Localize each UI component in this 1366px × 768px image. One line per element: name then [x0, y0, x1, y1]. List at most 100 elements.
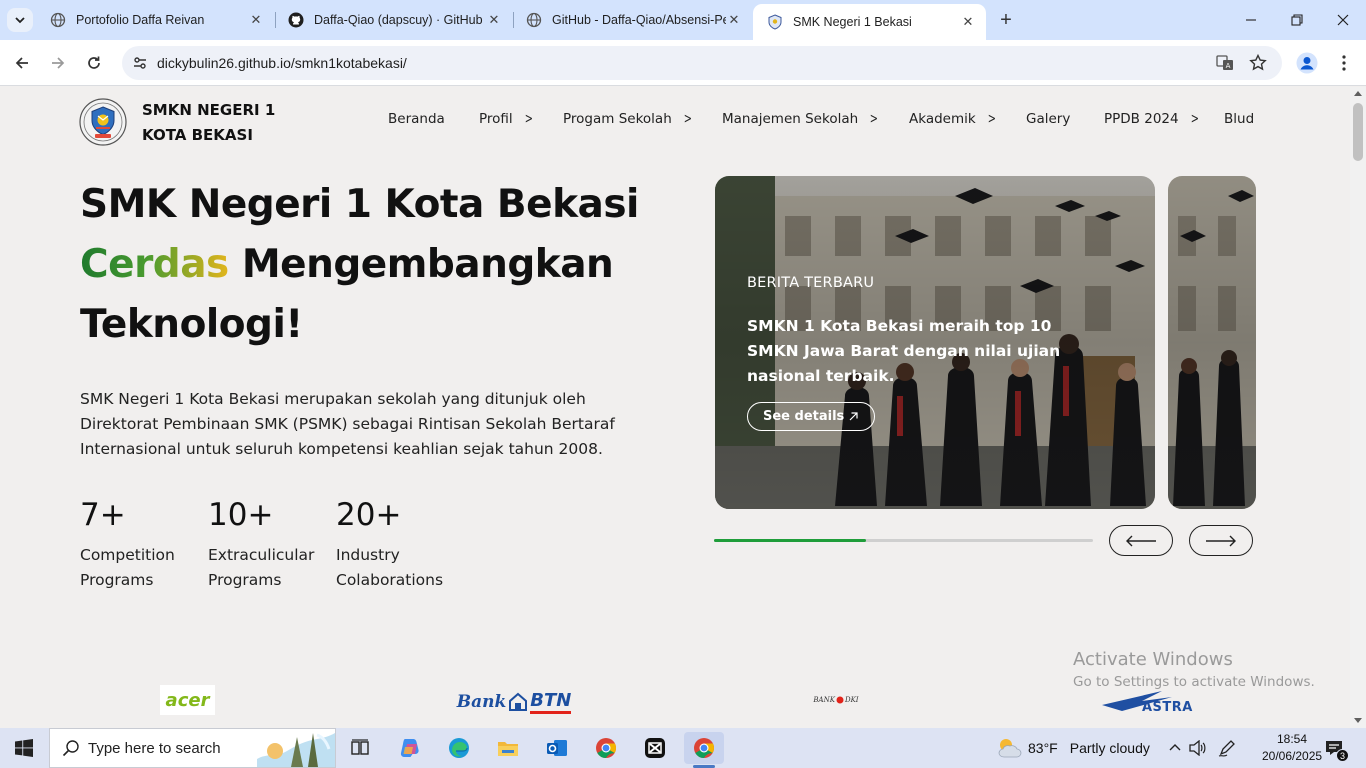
- taskbar-search-box[interactable]: Type here to search: [49, 728, 336, 768]
- minimize-icon: [1246, 19, 1256, 21]
- close-tab-icon[interactable]: ✕: [248, 12, 264, 28]
- chevron-up-icon: [1169, 744, 1181, 751]
- stat-value: 7+: [80, 497, 126, 533]
- slider-next-button[interactable]: [1189, 525, 1253, 556]
- next-slide-card[interactable]: [1168, 176, 1256, 509]
- browser-menu-button[interactable]: [1330, 49, 1358, 77]
- volume-button[interactable]: [1187, 728, 1209, 768]
- taskbar-clock[interactable]: 18:54 20/06/2025: [1262, 731, 1322, 765]
- reload-button[interactable]: [80, 49, 108, 77]
- astra-wordmark: ASTRA: [1142, 700, 1193, 715]
- stat-label-line-2: Programs: [208, 571, 282, 589]
- news-headline: SMKN 1 Kota Bekasi meraih top 10 SMKN Ja…: [747, 317, 1061, 385]
- capcut-icon: [645, 738, 665, 758]
- taskbar-chrome[interactable]: [586, 732, 626, 764]
- task-view-button[interactable]: [340, 732, 380, 764]
- photo-overlay: [1168, 176, 1256, 509]
- nav-akademik[interactable]: Akademik >: [909, 111, 997, 127]
- back-button[interactable]: [8, 49, 36, 77]
- address-bar[interactable]: dickybulin26.github.io/smkn1kotabekasi/ …: [122, 46, 1282, 80]
- pen-icon: [1218, 740, 1235, 757]
- browser-toolbar: dickybulin26.github.io/smkn1kotabekasi/ …: [0, 40, 1366, 86]
- scroll-thumb[interactable]: [1353, 103, 1363, 161]
- taskbar-copilot[interactable]: [390, 732, 430, 764]
- dki-wordmark: DKI: [844, 696, 859, 704]
- taskbar-capcut[interactable]: [635, 732, 675, 764]
- page-scrollbar[interactable]: [1350, 87, 1366, 728]
- close-tab-icon[interactable]: ✕: [486, 12, 502, 28]
- windows-taskbar: Type here to search 83°F Partly cloudy 1…: [0, 728, 1366, 768]
- show-hidden-icons-button[interactable]: [1164, 728, 1186, 768]
- hero-title: SMK Negeri 1 Kota Bekasi Cerdas Mengemba…: [80, 175, 639, 355]
- hero-title-line-2: Cerdas Mengembangkan: [80, 235, 639, 295]
- url-text[interactable]: dickybulin26.github.io/smkn1kotabekasi/: [157, 55, 407, 71]
- school-logo[interactable]: [79, 98, 127, 146]
- stat-competition: 7+ Competition Programs: [80, 497, 175, 593]
- nav-manajemen-sekolah[interactable]: Manajemen Sekolah >: [722, 111, 880, 127]
- clock-date: 20/06/2025: [1262, 749, 1323, 763]
- bookmark-star-icon[interactable]: [1248, 53, 1268, 73]
- chevron-down-icon: [15, 17, 25, 24]
- tab-github-profile[interactable]: Daffa-Qiao (dapscuy) · GitHub ✕: [274, 4, 512, 36]
- slider-prev-button[interactable]: [1109, 525, 1173, 556]
- restore-button[interactable]: [1274, 0, 1320, 40]
- activate-windows-watermark: Activate Windows Go to Settings to activ…: [1073, 649, 1315, 690]
- tab-title: SMK Negeri 1 Bekasi: [793, 15, 912, 29]
- tab-smkn1-bekasi[interactable]: SMK Negeri 1 Bekasi ✕: [753, 4, 986, 40]
- search-placeholder: Type here to search: [88, 739, 221, 757]
- arrow-right-icon: [1206, 535, 1236, 546]
- nav-label: Akademik: [909, 111, 976, 127]
- task-view-icon: [351, 739, 369, 755]
- stat-label-line-2: Programs: [80, 571, 154, 589]
- nav-beranda[interactable]: Beranda: [388, 111, 445, 127]
- nav-label: Profil: [479, 111, 513, 127]
- stat-value: 20+: [336, 497, 402, 533]
- nav-profil[interactable]: Profil >: [479, 111, 534, 127]
- partner-logo-acer: acer: [160, 685, 215, 715]
- taskbar-outlook[interactable]: [537, 732, 577, 764]
- tab-title: Daffa-Qiao (dapscuy) · GitHub: [314, 13, 483, 27]
- tab-title: Portofolio Daffa Reivan: [76, 13, 205, 27]
- news-slide-card[interactable]: BERITA TERBARU SMKN 1 Kota Bekasi meraih…: [715, 176, 1155, 509]
- new-tab-button[interactable]: +: [994, 8, 1018, 32]
- pen-workspace-button[interactable]: [1215, 728, 1239, 768]
- chrome-icon: [694, 738, 715, 759]
- tab-github-repo[interactable]: GitHub - Daffa-Qiao/Absensi-Pe ✕: [512, 4, 752, 36]
- see-details-button[interactable]: See details: [747, 402, 876, 431]
- dki-emblem-icon: [836, 696, 844, 704]
- start-button[interactable]: [0, 728, 48, 768]
- slider-progress-fill: [714, 539, 866, 542]
- brand-line-1: SMKN NEGERI 1: [142, 101, 276, 119]
- translate-icon[interactable]: A: [1215, 53, 1235, 73]
- forward-button[interactable]: [44, 49, 72, 77]
- taskbar-file-explorer[interactable]: [488, 732, 528, 764]
- notification-center-button[interactable]: [1322, 728, 1346, 768]
- minimize-button[interactable]: [1228, 0, 1274, 40]
- tab-search-button[interactable]: [7, 8, 33, 32]
- arrow-left-icon: [15, 57, 28, 69]
- dki-bank-word: BANK: [813, 696, 835, 704]
- outlook-icon: [547, 740, 567, 756]
- nav-label: Progam Sekolah: [563, 111, 672, 127]
- close-window-button[interactable]: [1320, 0, 1366, 40]
- more-vertical-icon: [1342, 55, 1346, 71]
- weather-widget[interactable]: 83°F Partly cloudy: [996, 728, 1150, 768]
- nav-progam-sekolah[interactable]: Progam Sekolah >: [563, 111, 694, 127]
- nav-galery[interactable]: Galery: [1026, 111, 1070, 127]
- tab-portfolio[interactable]: Portofolio Daffa Reivan ✕: [36, 4, 274, 36]
- school-crest-icon: [767, 14, 783, 30]
- close-tab-icon[interactable]: ✕: [726, 12, 742, 28]
- taskbar-edge[interactable]: [439, 732, 479, 764]
- scroll-up-arrow-icon[interactable]: [1354, 91, 1362, 96]
- nav-blud[interactable]: Blud: [1224, 111, 1254, 127]
- taskbar-chrome-active[interactable]: [684, 732, 724, 768]
- page-viewport: SMKN NEGERI 1 KOTA BEKASI Beranda Profil…: [0, 87, 1350, 728]
- site-info-icon[interactable]: [130, 53, 150, 73]
- profile-button[interactable]: [1293, 49, 1321, 77]
- nav-ppdb-2024[interactable]: PPDB 2024 >: [1104, 111, 1200, 127]
- close-tab-icon[interactable]: ✕: [960, 14, 976, 30]
- site-brand[interactable]: SMKN NEGERI 1 KOTA BEKASI: [142, 98, 275, 148]
- scroll-down-arrow-icon[interactable]: [1354, 718, 1362, 723]
- see-details-label: See details: [763, 409, 845, 424]
- hero-description: SMK Negeri 1 Kota Bekasi merupakan sekol…: [80, 390, 615, 458]
